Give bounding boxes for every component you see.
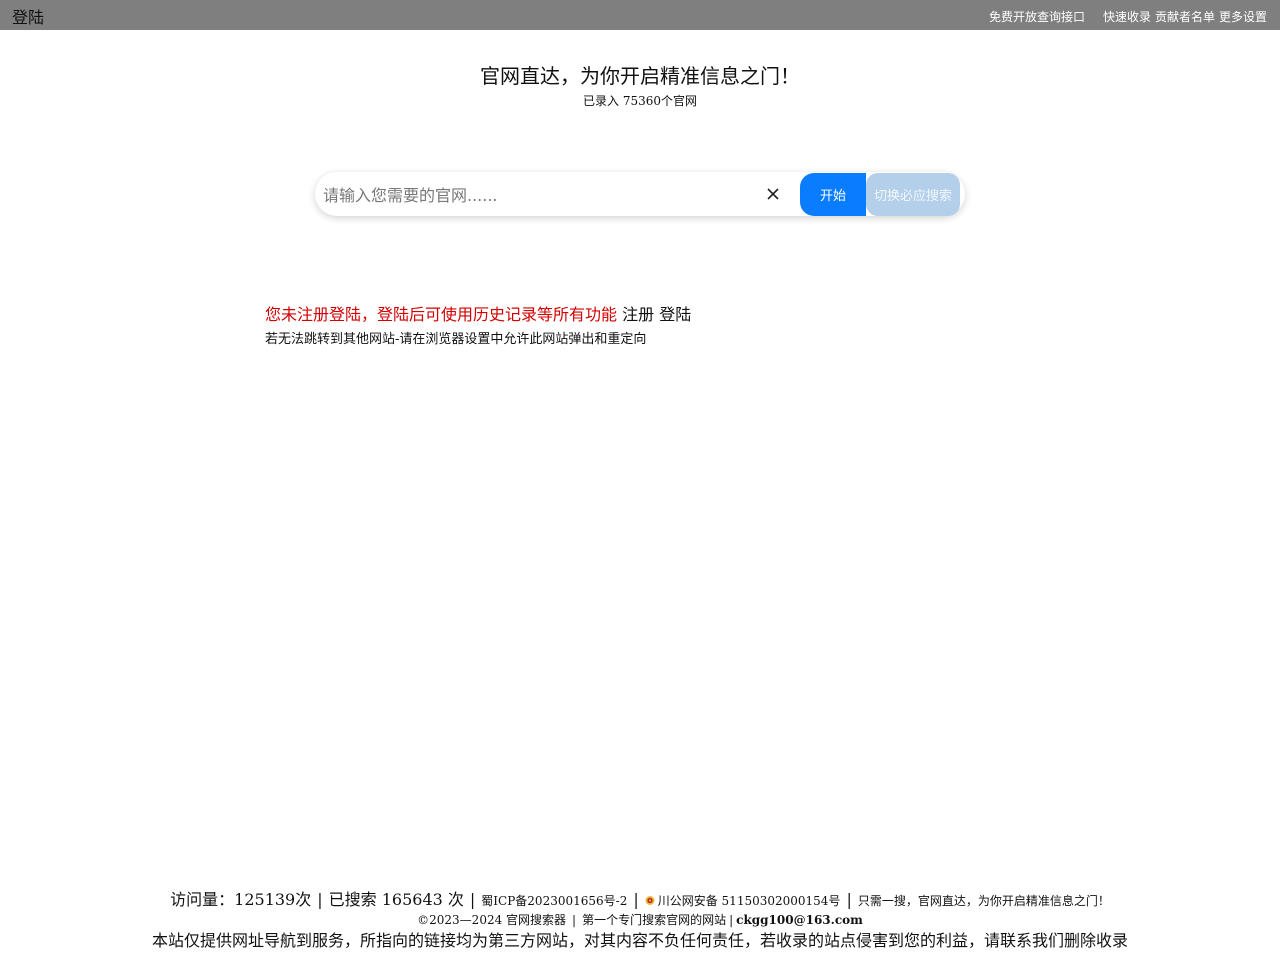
- login-notice: 您未注册登陆，登陆后可使用历史记录等所有功能 注册 登陆 若无法跳转到其他网站-…: [265, 305, 691, 347]
- footer: 访问量：125139次 | 已搜索 165643 次 | 蜀ICP备2023001656…: [0, 889, 1280, 952]
- search-count: 已搜索 165643 次: [328, 890, 464, 909]
- top-bar: 登陆 免费开放查询接口 快速收录 贡献者名单 更多设置: [0, 0, 1280, 30]
- separator: |: [572, 913, 577, 927]
- tagline: 第一个专门搜索官网的网站: [582, 913, 727, 927]
- switch-bing-button[interactable]: 切换必应搜索: [866, 173, 960, 216]
- page-title: 官网直达，为你开启精准信息之门！: [480, 64, 800, 88]
- start-search-button[interactable]: 开始: [800, 173, 866, 216]
- quick-include-link[interactable]: 快速收录: [1103, 10, 1151, 24]
- free-api-link[interactable]: 免费开放查询接口: [989, 10, 1085, 24]
- separator: |: [633, 890, 639, 909]
- icp-link[interactable]: 蜀ICP备2023001656号-2: [481, 894, 627, 908]
- separator: |: [317, 890, 323, 909]
- login-link-notice[interactable]: 登陆: [659, 305, 691, 324]
- more-settings-link[interactable]: 更多设置: [1219, 10, 1267, 24]
- register-link[interactable]: 注册: [622, 305, 654, 324]
- separator: |: [469, 890, 476, 909]
- disclaimer: 本站仅提供网址导航到服务，所指向的链接均为第三方网站，对其内容不负任何责任，若收…: [151, 931, 1128, 950]
- search-box: 开始 切换必应搜索: [315, 172, 965, 216]
- search-input[interactable]: [321, 178, 745, 212]
- login-warning: 您未注册登陆，登陆后可使用历史记录等所有功能: [265, 305, 618, 324]
- separator: |: [729, 913, 734, 927]
- contributors-link[interactable]: 贡献者名单: [1155, 10, 1215, 24]
- footer-slogan: 只需一搜，官网直达，为你开启精准信息之门！: [857, 894, 1110, 908]
- copyright: ©2023—2024 官网搜索器: [417, 913, 567, 927]
- visit-count: 访问量：125139次: [170, 890, 312, 909]
- login-link[interactable]: 登陆: [12, 4, 44, 28]
- separator: |: [846, 890, 852, 909]
- site-count: 已录入 75360个官网: [583, 94, 697, 108]
- contact-email[interactable]: ckgg100@163.com: [736, 913, 863, 927]
- redirect-tip: 若无法跳转到其他网站-请在浏览器设置中允许此网站弹出和重定向: [265, 332, 647, 347]
- police-record-link[interactable]: 川公网安备 51150302000154号: [645, 891, 840, 908]
- top-links: 免费开放查询接口 快速收录 贡献者名单 更多设置: [989, 8, 1267, 25]
- close-icon[interactable]: [763, 184, 783, 204]
- police-badge-icon: [645, 891, 655, 905]
- hero: 官网直达，为你开启精准信息之门！ 已录入 75360个官网: [0, 62, 1280, 109]
